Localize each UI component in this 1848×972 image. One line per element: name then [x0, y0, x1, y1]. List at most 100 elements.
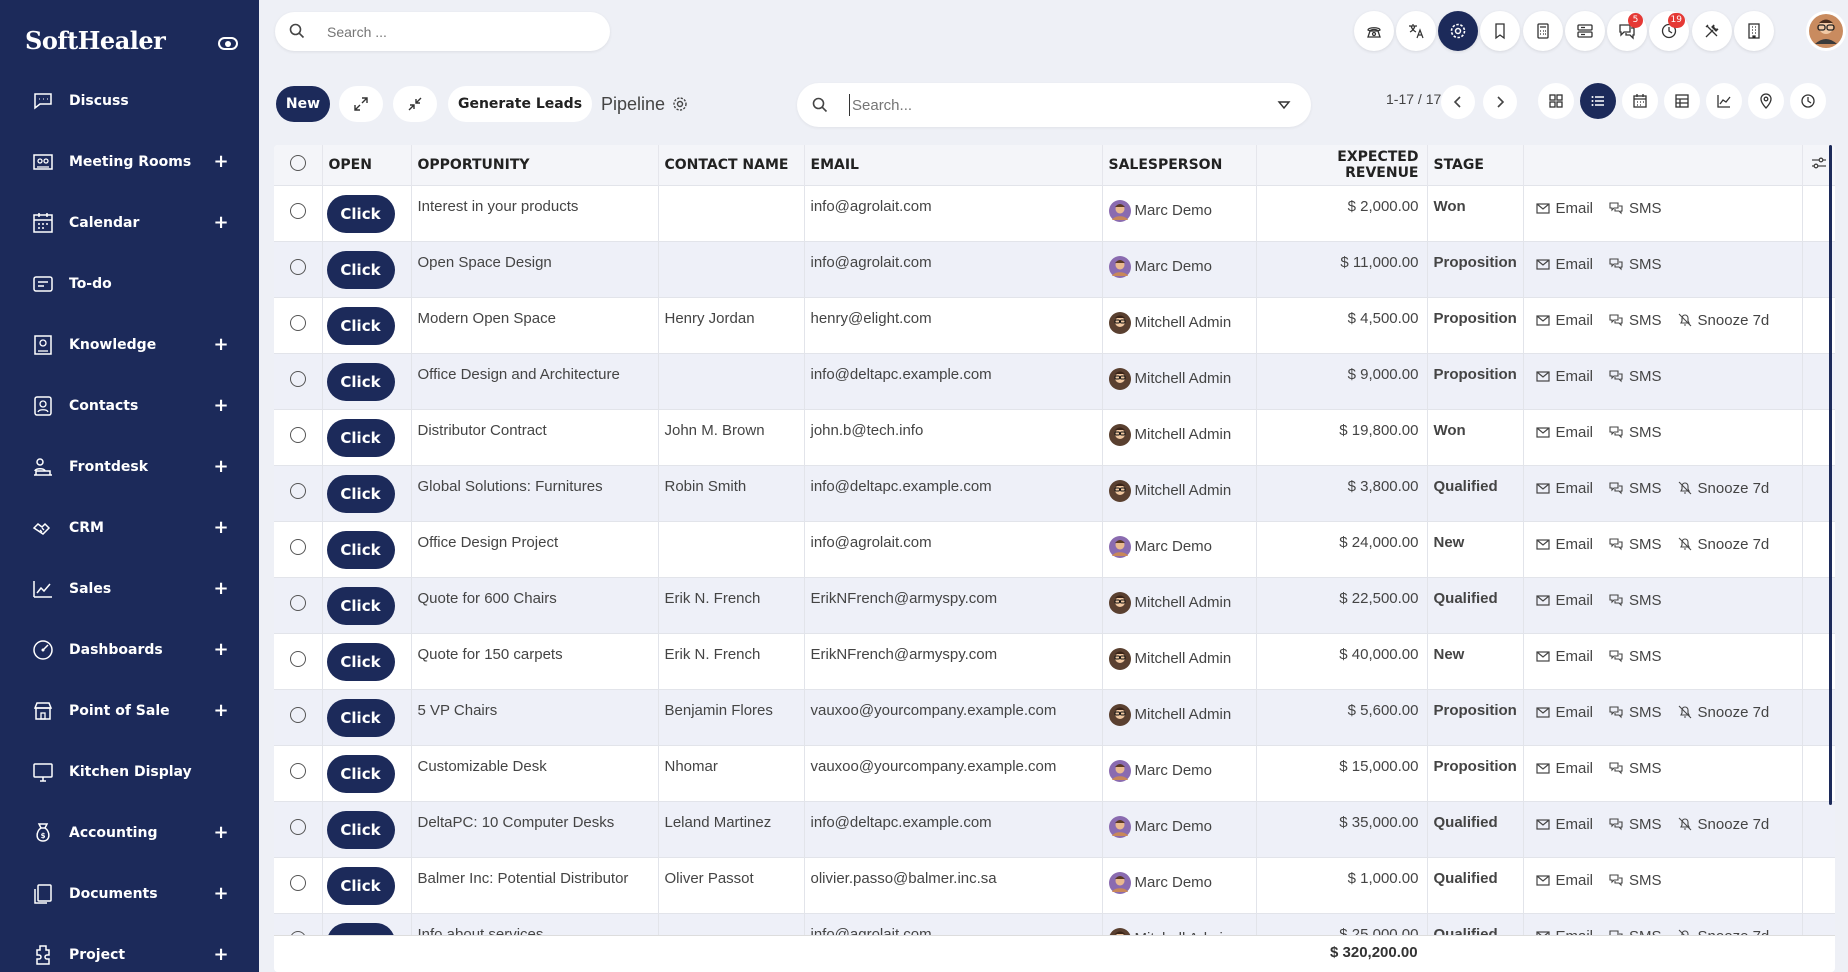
table-row[interactable]: Click Balmer Inc: Potential Distributor Ol… — [274, 857, 1835, 913]
contact-cell[interactable]: Benjamin Flores — [658, 689, 805, 745]
open-record-button[interactable]: Click — [326, 586, 395, 625]
email-action[interactable]: Email — [1535, 536, 1593, 553]
stage-cell[interactable]: Qualified — [1427, 577, 1524, 633]
sidebar-item-add[interactable]: + — [211, 456, 231, 477]
sidebar-item-knowledge[interactable]: Knowledge + — [0, 314, 259, 375]
row-checkbox[interactable] — [290, 874, 306, 891]
table-row[interactable]: Click Quote for 150 carpets Erik N. French… — [274, 633, 1835, 689]
email-cell[interactable]: ErikNFrench@armyspy.com — [804, 577, 1103, 633]
stage-cell[interactable]: New — [1427, 633, 1524, 689]
stage-cell[interactable]: Qualified — [1427, 857, 1524, 913]
calculator-button[interactable] — [1523, 11, 1563, 51]
email-action[interactable]: Email — [1535, 816, 1593, 833]
salesperson-cell[interactable]: Marc Demo — [1102, 801, 1257, 857]
col-contact[interactable]: CONTACT NAME — [658, 145, 805, 185]
sidebar-item-contacts[interactable]: Contacts + — [0, 375, 259, 436]
translate-button[interactable] — [1396, 11, 1436, 51]
sms-action[interactable]: SMS — [1609, 200, 1662, 217]
sidebar-item-kitchen-display[interactable]: Kitchen Display — [0, 741, 259, 802]
contact-cell[interactable]: Nhomar — [658, 745, 805, 801]
opportunity-cell[interactable]: Customizable Desk — [411, 745, 659, 801]
opportunity-cell[interactable]: Quote for 150 carpets — [411, 633, 659, 689]
opportunity-cell[interactable]: Interest in your products — [411, 185, 659, 241]
open-record-button[interactable]: Click — [326, 250, 395, 289]
email-cell[interactable]: info@agrolait.com — [804, 241, 1103, 297]
sms-action[interactable]: SMS — [1609, 424, 1662, 441]
email-action[interactable]: Email — [1535, 256, 1593, 273]
email-action[interactable]: Email — [1535, 480, 1593, 497]
table-row[interactable]: Click Office Design and Architecture info@… — [274, 353, 1835, 409]
row-checkbox[interactable] — [290, 482, 306, 499]
email-cell[interactable]: info@deltapc.example.com — [804, 801, 1103, 857]
sidebar-item-accounting[interactable]: $ Accounting + — [0, 802, 259, 863]
open-record-button[interactable]: Click — [326, 810, 395, 849]
contact-cell[interactable]: Robin Smith — [658, 465, 805, 521]
sidebar-item-add[interactable]: + — [211, 578, 231, 599]
row-checkbox[interactable] — [290, 594, 306, 611]
email-cell[interactable]: info@deltapc.example.com — [804, 353, 1103, 409]
select-all-checkbox[interactable] — [290, 154, 306, 171]
opportunity-cell[interactable]: Quote for 600 Chairs — [411, 577, 659, 633]
table-row[interactable]: Click DeltaPC: 10 Computer Desks Leland Ma… — [274, 801, 1835, 857]
sidebar-item-discuss[interactable]: Discuss — [0, 70, 259, 131]
view-list[interactable] — [1580, 83, 1616, 119]
snooze-action[interactable]: Snooze 7d — [1678, 480, 1769, 497]
opportunity-cell[interactable]: 5 VP Chairs — [411, 689, 659, 745]
table-row[interactable]: Click Office Design Project info@agrolait.… — [274, 521, 1835, 577]
email-cell[interactable]: vauxoo@yourcompany.example.com — [804, 689, 1103, 745]
row-checkbox[interactable] — [290, 818, 306, 835]
brand-logo[interactable]: SoftHealer — [25, 26, 166, 55]
open-record-button[interactable]: Click — [326, 698, 395, 737]
stage-cell[interactable]: Proposition — [1427, 689, 1524, 745]
sms-action[interactable]: SMS — [1609, 760, 1662, 777]
stage-cell[interactable]: Won — [1427, 185, 1524, 241]
sidebar-item-add[interactable]: + — [211, 639, 231, 660]
snooze-action[interactable]: Snooze 7d — [1678, 312, 1769, 329]
email-action[interactable]: Email — [1535, 424, 1593, 441]
stage-cell[interactable]: Proposition — [1427, 745, 1524, 801]
view-kanban[interactable] — [1538, 83, 1574, 119]
opportunity-cell[interactable]: DeltaPC: 10 Computer Desks — [411, 801, 659, 857]
revenue-cell[interactable]: $ 2,000.00 — [1256, 185, 1428, 241]
revenue-cell[interactable]: $ 1,000.00 — [1256, 857, 1428, 913]
salesperson-cell[interactable]: Marc Demo — [1102, 745, 1257, 801]
sms-action[interactable]: SMS — [1609, 704, 1662, 721]
open-record-button[interactable]: Click — [326, 642, 395, 681]
table-row[interactable]: Click Distributor Contract John M. Brown jo… — [274, 409, 1835, 465]
contact-cell[interactable]: Erik N. French — [658, 633, 805, 689]
sidebar-item-add[interactable]: + — [211, 334, 231, 355]
stage-cell[interactable]: Won — [1427, 409, 1524, 465]
row-checkbox[interactable] — [290, 706, 306, 723]
sidebar-item-documents[interactable]: Documents + — [0, 863, 259, 924]
sidebar-item-add[interactable]: + — [211, 517, 231, 538]
sidebar-item-sales[interactable]: Sales + — [0, 558, 259, 619]
salesperson-cell[interactable]: Mitchell Admin — [1102, 689, 1257, 745]
row-checkbox[interactable] — [290, 762, 306, 779]
sidebar-item-add[interactable]: + — [211, 883, 231, 904]
contact-cell[interactable]: Henry Jordan — [658, 297, 805, 353]
opportunity-cell[interactable]: Distributor Contract — [411, 409, 659, 465]
salesperson-cell[interactable]: Marc Demo — [1102, 185, 1257, 241]
contact-cell[interactable] — [658, 521, 805, 577]
revenue-cell[interactable]: $ 19,800.00 — [1256, 409, 1428, 465]
global-search[interactable] — [275, 12, 610, 51]
sidebar-item-meeting-rooms[interactable]: Meeting Rooms + — [0, 131, 259, 192]
email-cell[interactable]: olivier.passo@balmer.inc.sa — [804, 857, 1103, 913]
col-open[interactable]: OPEN — [322, 145, 412, 185]
sms-action[interactable]: SMS — [1609, 312, 1662, 329]
contact-cell[interactable]: John M. Brown — [658, 409, 805, 465]
sidebar-item-calendar[interactable]: Calendar + — [0, 192, 259, 253]
revenue-cell[interactable]: $ 22,500.00 — [1256, 577, 1428, 633]
col-salesperson[interactable]: SALESPERSON — [1102, 145, 1257, 185]
activity-clock-button[interactable]: 19 — [1649, 11, 1689, 51]
salesperson-cell[interactable]: Mitchell Admin — [1102, 465, 1257, 521]
revenue-cell[interactable]: $ 24,000.00 — [1256, 521, 1428, 577]
open-record-button[interactable]: Click — [326, 474, 395, 513]
salesperson-cell[interactable]: Marc Demo — [1102, 241, 1257, 297]
salesperson-cell[interactable]: Mitchell Admin — [1102, 409, 1257, 465]
stage-cell[interactable]: Qualified — [1427, 465, 1524, 521]
salesperson-cell[interactable]: Marc Demo — [1102, 521, 1257, 577]
row-checkbox[interactable] — [290, 370, 306, 387]
opportunity-cell[interactable]: Office Design and Architecture — [411, 353, 659, 409]
snooze-action[interactable]: Snooze 7d — [1678, 816, 1769, 833]
